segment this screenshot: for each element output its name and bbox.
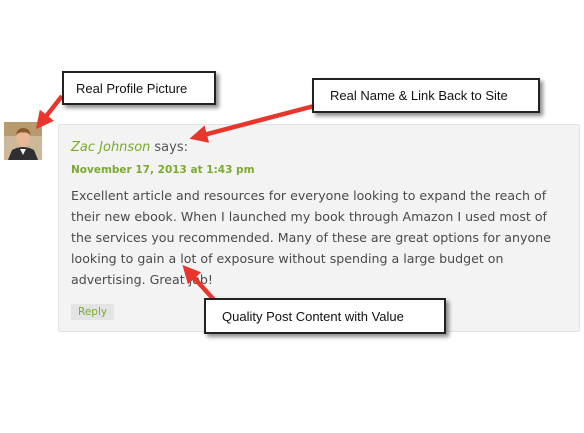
arrow-to-avatar — [35, 94, 64, 130]
callout-real-profile-picture: Real Profile Picture — [62, 71, 216, 105]
arrow-to-author — [189, 103, 315, 143]
callout-real-name-link: Real Name & Link Back to Site — [312, 78, 540, 113]
callout-quality-content: Quality Post Content with Value — [204, 298, 446, 334]
annotation-arrows — [35, 94, 315, 304]
